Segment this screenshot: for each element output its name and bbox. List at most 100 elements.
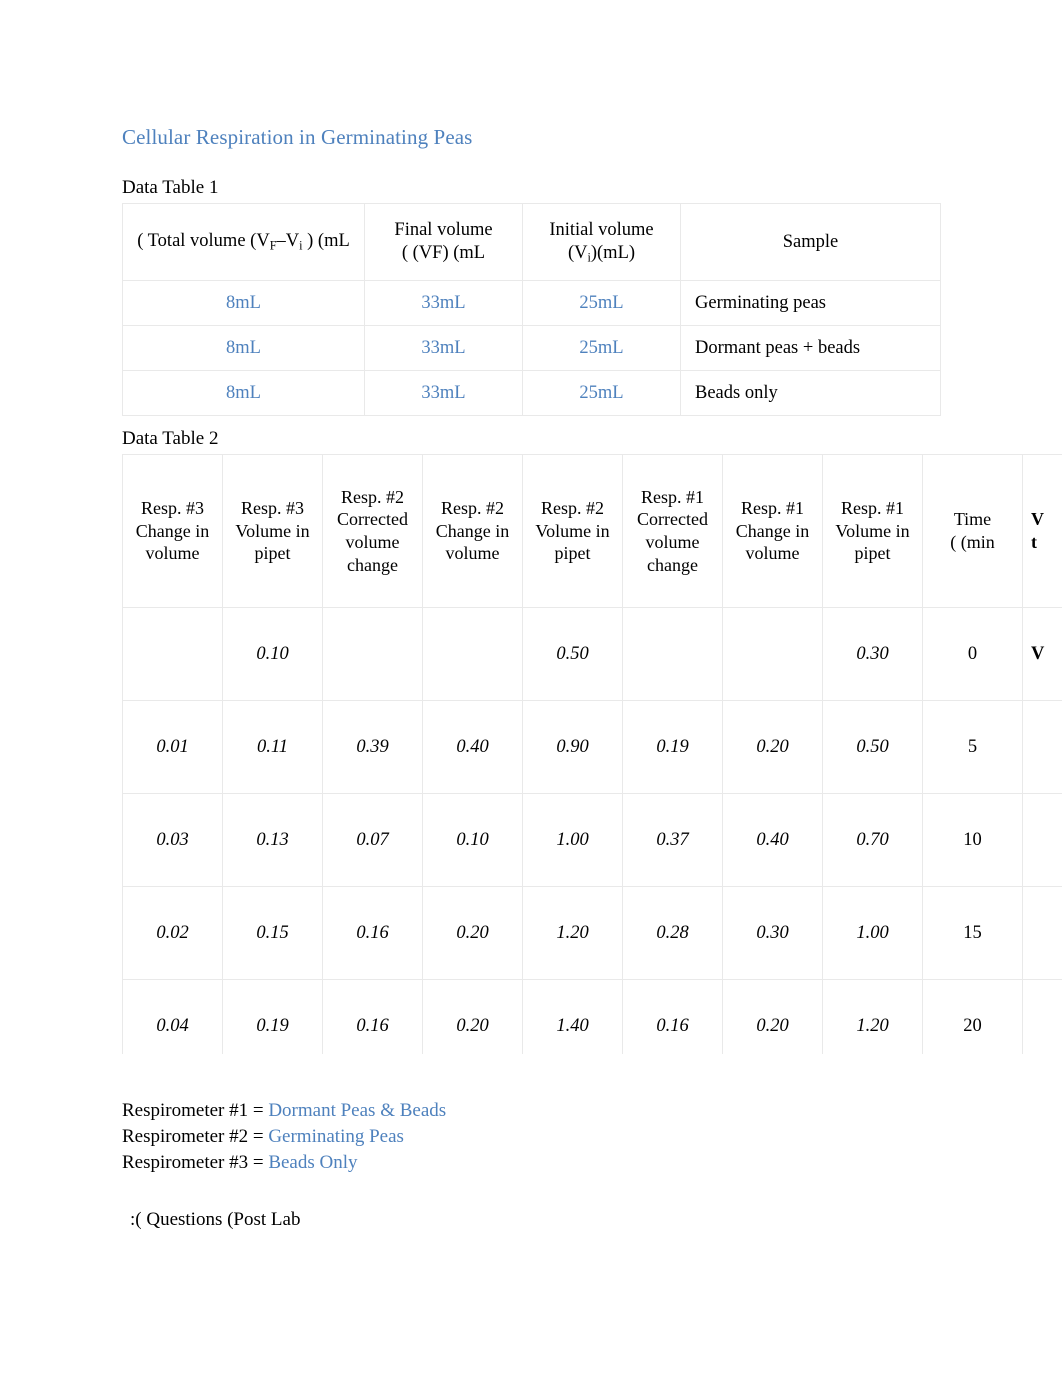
respirometer-legend: Respirometer #1 = Dormant Peas & Beads Re… xyxy=(122,1098,446,1175)
table-header-row: ( Total volume (VF–Vi ) (mL Final volume… xyxy=(122,203,941,281)
data-table-2: Resp. #3 Change in volume Resp. #3 Volume in… xyxy=(122,454,1062,1054)
legend-label: Respirometer #3 = xyxy=(122,1151,269,1173)
cell-r1_corrected: 0.28 xyxy=(622,886,723,980)
header-col-7: Resp. #1 Volume in pipet xyxy=(822,454,923,608)
cell-r2_corrected: 0.39 xyxy=(322,700,423,794)
cell-r1_pipet: 0.30 xyxy=(822,607,923,701)
cell-cut xyxy=(1022,700,1062,794)
header-col-1: Resp. #3 Volume in pipet xyxy=(222,454,323,608)
cell-cut: V xyxy=(1022,607,1062,701)
cell-cut xyxy=(1022,886,1062,980)
cell-cut xyxy=(1022,979,1062,1054)
cell-r2_corrected xyxy=(322,607,423,701)
cell-r1_corrected: 0.16 xyxy=(622,979,723,1054)
cell-r3_change xyxy=(122,607,223,701)
cell-r1_pipet: 1.20 xyxy=(822,979,923,1054)
cell-r1_corrected xyxy=(622,607,723,701)
table-row: 0.03 0.13 0.07 0.10 1.00 0.37 0.40 0.70 10 xyxy=(122,793,1062,887)
cell-r1_corrected: 0.37 xyxy=(622,793,723,887)
cell-r1_change: 0.20 xyxy=(722,700,823,794)
cell-r2_pipet: 1.20 xyxy=(522,886,623,980)
cell-r1_change: 0.40 xyxy=(722,793,823,887)
cell-time: 10 xyxy=(922,793,1023,887)
cell-r3_change: 0.02 xyxy=(122,886,223,980)
cell-r3_pipet: 0.13 xyxy=(222,793,323,887)
header-col-0: Resp. #3 Change in volume xyxy=(122,454,223,608)
cell-r2_change: 0.20 xyxy=(422,886,523,980)
cell-r1_change: 0.20 xyxy=(722,979,823,1054)
cell-time: 20 xyxy=(922,979,1023,1054)
cell-sample: Beads only xyxy=(680,370,941,416)
header-initial-volume: Initial volume (Vi)(mL) xyxy=(522,203,681,281)
cell-initial: 25mL xyxy=(522,370,681,416)
cell-r2_change: 0.20 xyxy=(422,979,523,1054)
cell-time: 15 xyxy=(922,886,1023,980)
header-col-8: Time( (min xyxy=(922,454,1023,608)
data-table-2-label: Data Table 2 xyxy=(122,428,219,449)
table-row: 0.10 0.50 0.30 0 V xyxy=(122,607,1062,701)
cell-r2_pipet: 0.90 xyxy=(522,700,623,794)
legend-answer: Dormant Peas & Beads xyxy=(268,1100,447,1121)
legend-label: Respirometer #2 = xyxy=(122,1125,269,1147)
cell-r3_pipet: 0.10 xyxy=(222,607,323,701)
cell-r2_corrected: 0.07 xyxy=(322,793,423,887)
table-row: 8mL 33mL 25mL Germinating peas xyxy=(122,280,941,326)
table-header-row: Resp. #3 Change in volume Resp. #3 Volume in… xyxy=(122,454,1062,608)
cell-r2_change xyxy=(422,607,523,701)
cell-r2_pipet: 0.50 xyxy=(522,607,623,701)
data-table-1: ( Total volume (VF–Vi ) (mL Final volume… xyxy=(122,203,941,416)
cell-r3_pipet: 0.15 xyxy=(222,886,323,980)
cell-time: 5 xyxy=(922,700,1023,794)
header-col-5: Resp. #1 Corrected volume change xyxy=(622,454,723,608)
cell-r1_pipet: 0.50 xyxy=(822,700,923,794)
cell-final: 33mL xyxy=(364,325,523,371)
cell-r1_corrected: 0.19 xyxy=(622,700,723,794)
questions-heading: :( Questions (Post Lab xyxy=(130,1209,301,1230)
header-col-9: Vt xyxy=(1022,454,1062,608)
cell-r1_change: 0.30 xyxy=(722,886,823,980)
legend-row-2: Respirometer #2 = Germinating Peas xyxy=(122,1124,446,1150)
legend-answer: Beads Only xyxy=(268,1151,358,1173)
cell-sample: Dormant peas + beads xyxy=(680,325,941,371)
page-title: Cellular Respiration in Germinating Peas xyxy=(122,125,473,149)
legend-label: Respirometer #1 = xyxy=(122,1100,269,1121)
cell-r1_pipet: 0.70 xyxy=(822,793,923,887)
cell-total: 8mL xyxy=(122,325,365,371)
table-row: 8mL 33mL 25mL Dormant peas + beads xyxy=(122,325,941,371)
cell-r3_pipet: 0.19 xyxy=(222,979,323,1054)
cell-r2_corrected: 0.16 xyxy=(322,979,423,1054)
header-sample: Sample xyxy=(680,203,941,281)
cell-r3_change: 0.01 xyxy=(122,700,223,794)
data-table-2-viewport: Resp. #3 Change in volume Resp. #3 Volume in… xyxy=(122,454,1062,1054)
legend-row-1: Respirometer #1 = Dormant Peas & Beads xyxy=(122,1098,446,1124)
cell-r2_pipet: 1.00 xyxy=(522,793,623,887)
cell-r3_change: 0.04 xyxy=(122,979,223,1054)
cell-total: 8mL xyxy=(122,370,365,416)
cell-r2_corrected: 0.16 xyxy=(322,886,423,980)
cell-r3_pipet: 0.11 xyxy=(222,700,323,794)
cell-final: 33mL xyxy=(364,280,523,326)
data-table-1-label: Data Table 1 xyxy=(122,177,219,198)
cell-cut xyxy=(1022,793,1062,887)
table-row: 0.04 0.19 0.16 0.20 1.40 0.16 0.20 1.20 20 xyxy=(122,979,1062,1054)
document-page: Cellular Respiration in Germinating Peas… xyxy=(0,0,1062,1377)
header-col-2: Resp. #2 Corrected volume change xyxy=(322,454,423,608)
cell-r2_change: 0.10 xyxy=(422,793,523,887)
header-total-volume: ( Total volume (VF–Vi ) (mL xyxy=(122,203,365,281)
table-row: 0.02 0.15 0.16 0.20 1.20 0.28 0.30 1.00 15 xyxy=(122,886,1062,980)
cell-initial: 25mL xyxy=(522,325,681,371)
cell-r2_change: 0.40 xyxy=(422,700,523,794)
cell-r1_pipet: 1.00 xyxy=(822,886,923,980)
header-col-4: Resp. #2 Volume in pipet xyxy=(522,454,623,608)
header-final-volume: Final volume ( (VF) (mL xyxy=(364,203,523,281)
legend-answer: Germinating Peas xyxy=(268,1125,404,1147)
header-col-3: Resp. #2 Change in volume xyxy=(422,454,523,608)
table-row: 0.01 0.11 0.39 0.40 0.90 0.19 0.20 0.50 5 xyxy=(122,700,1062,794)
header-col-6: Resp. #1 Change in volume xyxy=(722,454,823,608)
cell-r2_pipet: 1.40 xyxy=(522,979,623,1054)
cell-total: 8mL xyxy=(122,280,365,326)
cell-final: 33mL xyxy=(364,370,523,416)
table-row: 8mL 33mL 25mL Beads only xyxy=(122,370,941,416)
cell-time: 0 xyxy=(922,607,1023,701)
cell-initial: 25mL xyxy=(522,280,681,326)
